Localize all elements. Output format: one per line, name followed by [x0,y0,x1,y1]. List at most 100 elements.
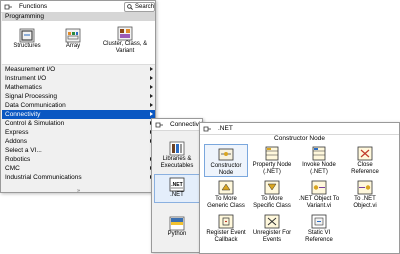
category-data-communication[interactable]: Data Communication [2,101,155,110]
category-label: Measurement I/O [5,66,56,73]
structures-icon [19,28,35,43]
category-mathematics[interactable]: Mathematics [2,83,155,92]
submenu-arrow-icon [150,85,153,89]
dotnet-title: .NET [218,125,233,132]
net-object-to-variant-icon [311,180,327,195]
cluster-class-variant-label: Cluster, Class, & Variant [102,41,148,54]
functions-title: Functions [19,3,48,10]
dotnet-titlebar[interactable]: .NET [200,123,399,135]
dotnet-icon: .NET [169,177,185,192]
category-cmc[interactable]: CMC [2,164,155,173]
net-label: .NET [170,192,184,198]
category-programming[interactable]: Programming [2,12,155,21]
search-icon [127,4,133,10]
category-connectivity[interactable]: Connectivity [2,110,155,119]
array-label: Array [65,43,81,49]
invoke-node-icon [312,146,326,161]
expand-more-icon[interactable]: » [77,188,80,194]
structures-item[interactable]: Structures [6,28,48,50]
register-event-callback-item[interactable]: Register Event Callback [204,214,248,243]
category-label: Addons [5,138,28,145]
category-label: Robotics [5,156,31,163]
category-express[interactable]: Express [2,128,155,137]
category-robotics[interactable]: Robotics [2,155,155,164]
category-industrial-communications[interactable]: Industrial Communications [2,173,155,182]
libraries-icon [169,141,185,156]
functions-palette: Functions Search Programming Structures [0,0,156,194]
category-addons[interactable]: Addons [2,137,155,146]
register-event-callback-label: Register Event Callback [206,230,246,243]
category-programming-label: Programming [5,13,45,20]
property-node-item[interactable]: Property Node (.NET) [250,146,294,175]
category-label: Connectivity [5,111,41,118]
invoke-node-label: Invoke Node (.NET) [302,162,336,175]
array-icon [65,28,81,43]
to-more-specific-class-label: To More Specific Class [253,196,291,209]
category-signal-processing[interactable]: Signal Processing [2,92,155,101]
python-icon [169,216,185,231]
unregister-for-events-icon [264,214,280,229]
svg-text:.NET: .NET [171,182,182,188]
dotnet-palette: .NET Constructor Node Constructor Node P… [199,122,400,254]
cluster-icon [117,26,133,41]
to-more-generic-class-icon [218,180,234,195]
constructor-node-item[interactable]: Constructor Node [204,144,248,177]
category-label: Select a VI... [5,147,42,154]
category-label: Data Communication [5,102,66,109]
net-item[interactable]: .NET .NET [154,174,200,203]
python-item[interactable]: Python [154,216,200,238]
property-node-icon [265,146,279,161]
category-measurement-io[interactable]: Measurement I/O [2,65,155,74]
category-label: Express [5,129,29,136]
submenu-arrow-icon [150,76,153,80]
category-label: Industrial Communications [5,174,82,181]
libraries-executables-item[interactable]: Libraries & Executables [154,141,200,169]
close-reference-item[interactable]: Close Reference [343,146,387,175]
unregister-for-events-label: Unregister For Events [252,230,292,243]
category-label: Instrument I/O [5,75,47,82]
submenu-arrow-icon [150,94,153,98]
array-item[interactable]: Array [55,28,91,50]
submenu-arrow-icon [150,103,153,107]
category-control-simulation[interactable]: Control & Simulation [2,119,155,128]
section-header: Constructor Node [274,135,325,142]
close-reference-icon [357,146,373,161]
python-label: Python [167,231,187,237]
net-object-to-variant-label: .NET Object To Variant.vi [298,196,340,209]
pin-icon[interactable] [155,122,163,128]
to-more-specific-class-item[interactable]: To More Specific Class [250,180,294,209]
libraries-executables-label: Libraries & Executables [160,156,194,169]
register-event-callback-icon [218,214,234,229]
submenu-arrow-icon [150,112,153,116]
programming-subpalette: Structures Array Cluster, Class, & Varia… [2,21,155,65]
static-vi-reference-label: Static VI Reference [305,230,333,243]
category-label: CMC [5,165,20,172]
connectivity-titlebar[interactable]: Connectivit [152,119,202,131]
net-object-to-variant-item[interactable]: .NET Object To Variant.vi [297,180,341,209]
search-button[interactable]: Search [124,2,155,12]
constructor-node-icon [218,148,234,161]
submenu-arrow-icon [150,67,153,71]
search-button-label: Search [135,3,155,10]
pin-icon[interactable] [203,126,211,132]
category-select-a-vi[interactable]: Select a VI... [2,146,155,155]
category-instrument-io[interactable]: Instrument I/O [2,74,155,83]
structures-label: Structures [13,43,41,49]
pin-icon[interactable] [4,4,12,10]
category-label: Signal Processing [5,93,58,100]
connectivity-palette: Connectivit Libraries & Executables .NET… [151,118,203,253]
to-more-specific-class-icon [264,180,280,195]
close-reference-label: Close Reference [351,162,379,175]
invoke-node-item[interactable]: Invoke Node (.NET) [297,146,341,175]
cluster-class-variant-item[interactable]: Cluster, Class, & Variant [98,26,152,54]
to-net-object-label: To .NET Object.vi [353,196,377,209]
to-net-object-item[interactable]: To .NET Object.vi [343,180,387,209]
connectivity-title: Connectivit [170,121,203,128]
static-vi-reference-item[interactable]: Static VI Reference [297,214,341,243]
property-node-label: Property Node (.NET) [252,162,292,175]
to-more-generic-class-label: To More Generic Class [207,196,245,209]
to-more-generic-class-item[interactable]: To More Generic Class [204,180,248,209]
unregister-for-events-item[interactable]: Unregister For Events [250,214,294,243]
category-label: Mathematics [5,84,42,91]
category-label: Control & Simulation [5,120,65,127]
